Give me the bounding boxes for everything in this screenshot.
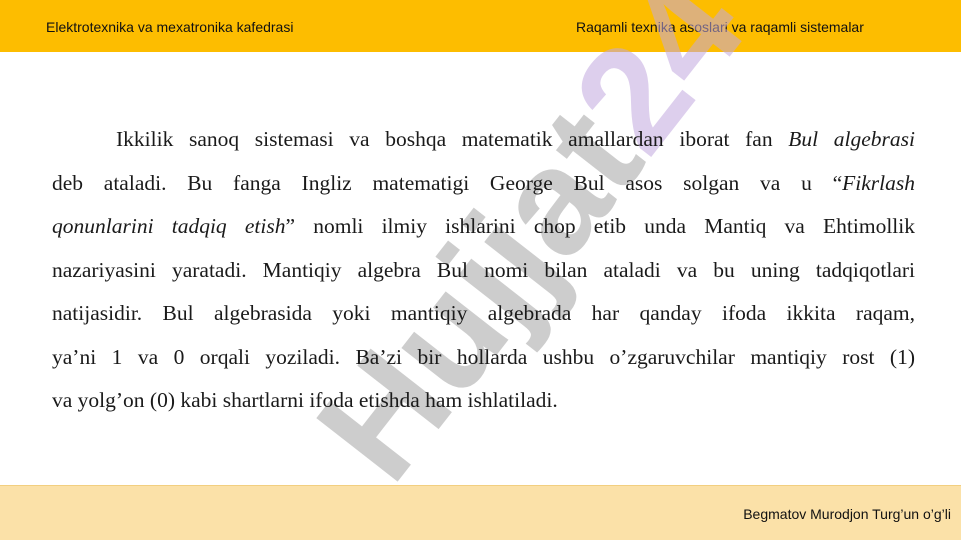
text-line: qonunlarini tadqiq etish” nomli ilmiy is…: [52, 214, 915, 238]
text-line: natijasidir. Bul algebrasida yoki mantiq…: [52, 301, 915, 325]
author-name: Begmatov Murodjon Turg’un o’g’li: [743, 506, 951, 522]
italic-term: Bul algebrasi: [788, 127, 915, 151]
header-bar: Elektrotexnika va mexatronika kafedrasi …: [0, 0, 961, 52]
text-line: Ikkilik sanoq sistemasi va boshqa matema…: [116, 127, 915, 151]
footer-bar: Begmatov Murodjon Turg’un o’g’li: [0, 485, 961, 540]
text-line: ya’ni 1 va 0 orqali yoziladi. Ba’zi bir …: [52, 344, 915, 369]
text-line: va yolg’on (0) kabi shartlarni ifoda eti…: [52, 388, 558, 412]
text-line: nazariyasini yaratadi. Mantiqiy algebra …: [52, 257, 915, 282]
italic-term: qonunlarini tadqiq etish: [52, 214, 286, 238]
text-line: deb ataladi. Bu fanga Ingliz matematigi …: [52, 170, 915, 195]
course-title: Raqamli texnika asoslari va raqamli sist…: [576, 19, 864, 35]
italic-term: Fikrlash: [842, 170, 915, 195]
paragraph: Ikkilik sanoq sistemasi va boshqa matema…: [52, 118, 915, 423]
department-title: Elektrotexnika va mexatronika kafedrasi: [46, 19, 294, 35]
